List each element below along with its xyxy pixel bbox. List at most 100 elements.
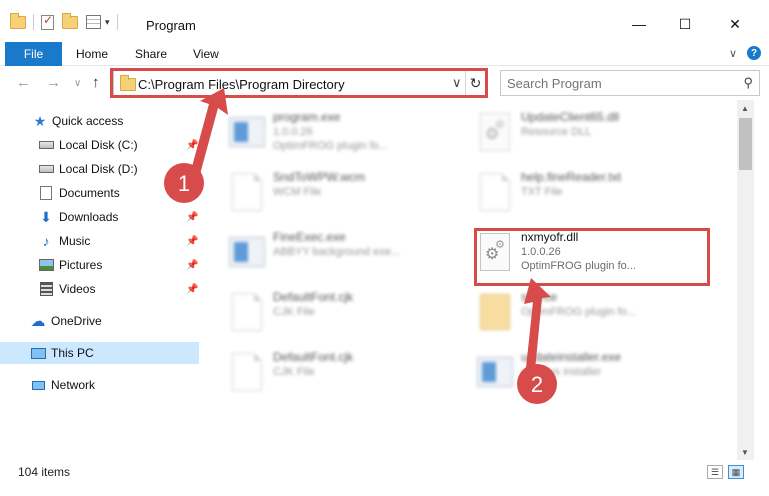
file-name: DefaultFont.cjk (273, 290, 354, 304)
file-item[interactable]: DefaultFont.cjk CJK File (228, 288, 468, 344)
scroll-up-arrow-icon[interactable]: ▲ (741, 104, 749, 113)
forward-arrow-icon[interactable]: → (46, 74, 61, 91)
file-description: OptimFROG plugin fo... (521, 306, 636, 318)
sidebar-item-music[interactable]: ♪ Music 📌 (0, 230, 200, 252)
file-item[interactable]: SndToWPW.wcm WCM File (228, 168, 468, 224)
folder-icon (10, 12, 26, 29)
minimize-button[interactable]: — (616, 10, 662, 38)
file-name: source (521, 290, 558, 304)
drive-icon (38, 162, 54, 176)
pin-icon[interactable]: 📌 (186, 140, 198, 151)
file-type: WCM File (273, 186, 322, 198)
folder-icon (476, 290, 514, 334)
title-bar: ▾ Program — ☐ ✕ (0, 0, 769, 40)
download-icon: ⬇ (40, 208, 52, 225)
view-details-icon[interactable] (86, 15, 101, 29)
file-item[interactable]: program.exe 1.0.0.26 OptimFROG plugin fo… (228, 108, 468, 164)
toolbar-divider (33, 14, 34, 30)
file-icon (228, 350, 266, 394)
sidebar-item-quick-access[interactable]: ★ Quick access (0, 110, 200, 132)
videos-icon (38, 282, 54, 296)
tab-share[interactable]: Share (135, 47, 167, 61)
sidebar-item-onedrive[interactable]: ☁ OneDrive (0, 310, 200, 332)
computer-icon (30, 346, 46, 360)
tab-view[interactable]: View (193, 47, 219, 61)
file-item[interactable]: FineExec.exe ABBYY background exe... (228, 228, 468, 284)
quick-access-toolbar: ▾ (10, 12, 121, 30)
sidebar-item-label: Local Disk (C:) (59, 138, 138, 152)
sidebar-item-pictures[interactable]: Pictures 📌 (0, 254, 200, 276)
exe-icon (476, 350, 514, 394)
sidebar-item-this-pc[interactable]: This PC (0, 342, 199, 364)
customize-toolbar-chevron-icon[interactable]: ▾ (105, 17, 110, 28)
exe-icon (228, 230, 266, 274)
large-icons-view-icon[interactable]: ▦ (728, 465, 744, 479)
scrollbar-thumb[interactable] (739, 118, 752, 170)
sidebar-item-local-disk-d[interactable]: Local Disk (D:) 📌 (0, 158, 200, 180)
properties-check-icon[interactable] (41, 13, 54, 30)
up-arrow-icon[interactable]: ↑ (92, 74, 100, 91)
file-item[interactable]: help.fineReader.txt TXT File (476, 168, 716, 224)
file-name: DefaultFont.cjk (273, 350, 354, 364)
vertical-scrollbar[interactable]: ▲ ▼ (737, 100, 754, 460)
file-item[interactable]: ⚙ ⚙ UpdateClient65.dll Resource DLL (476, 108, 716, 164)
window-title: Program (146, 18, 196, 33)
pin-icon[interactable]: 📌 (186, 188, 198, 199)
exe-icon (228, 110, 266, 154)
item-count: 104 items (18, 465, 71, 479)
file-type: TXT File (521, 186, 563, 198)
pin-icon[interactable]: 📌 (186, 212, 198, 223)
expand-ribbon-chevron-icon[interactable]: ∨ (729, 47, 737, 60)
navigation-pane: ★ Quick access Local Disk (C:) 📌 Local D… (0, 100, 208, 460)
file-name: SndToWPW.wcm (273, 170, 366, 184)
sidebar-item-label: Pictures (59, 258, 103, 272)
file-name: FineExec.exe (273, 230, 346, 244)
ribbon: File Home Share View ∨ ? (0, 40, 769, 66)
file-item[interactable]: source OptimFROG plugin fo... (476, 288, 716, 344)
sidebar-item-videos[interactable]: Videos 📌 (0, 278, 200, 300)
file-version: 1.0.0.26 (273, 126, 313, 138)
search-input[interactable] (507, 72, 737, 94)
sidebar-item-label: Quick access (52, 114, 124, 128)
drive-icon (38, 138, 54, 152)
file-type: Resource DLL (521, 126, 592, 138)
sidebar-item-network[interactable]: Network (0, 374, 200, 396)
recent-locations-chevron-icon[interactable]: ∨ (74, 78, 81, 89)
pin-icon[interactable]: 📌 (186, 164, 198, 175)
pin-icon[interactable]: 📌 (186, 236, 198, 247)
file-type: CJK File (273, 366, 315, 378)
pin-icon[interactable]: 📌 (186, 284, 198, 295)
sidebar-item-label: Music (59, 234, 91, 248)
tab-home[interactable]: Home (76, 47, 108, 61)
star-icon: ★ (33, 112, 47, 129)
sidebar-item-label: This PC (51, 346, 94, 360)
sidebar-item-documents[interactable]: Documents 📌 (0, 182, 200, 204)
file-item[interactable]: DefaultFont.cjk CJK File (228, 348, 468, 404)
documents-icon (38, 186, 54, 200)
details-view-icon[interactable]: ☰ (707, 465, 723, 479)
file-description: updates installer (521, 366, 602, 378)
file-description: ABBYY background exe... (273, 246, 400, 258)
scroll-down-arrow-icon[interactable]: ▼ (741, 448, 749, 457)
tab-file[interactable]: File (5, 42, 62, 66)
sidebar-item-label: Documents (59, 186, 120, 200)
file-icon (228, 170, 266, 214)
help-icon[interactable]: ? (747, 46, 761, 60)
dll-icon: ⚙ ⚙ (476, 110, 514, 154)
file-item[interactable]: updateinstaller.exe updates installer (476, 348, 716, 404)
pin-icon[interactable]: 📌 (186, 260, 198, 271)
search-icon[interactable]: ⚲ (743, 75, 753, 91)
file-name: help.fineReader.txt (521, 170, 622, 184)
close-button[interactable]: ✕ (712, 10, 758, 38)
search-box[interactable]: ⚲ (500, 70, 760, 96)
file-name: updateinstaller.exe (521, 350, 622, 364)
file-icon (476, 170, 514, 214)
sidebar-item-downloads[interactable]: ⬇ Downloads 📌 (0, 206, 200, 228)
back-arrow-icon[interactable]: ← (16, 74, 31, 91)
new-folder-icon[interactable] (62, 12, 78, 29)
sidebar-item-label: Network (51, 378, 96, 392)
sidebar-item-local-disk-c[interactable]: Local Disk (C:) 📌 (0, 134, 200, 156)
sidebar-item-label: Local Disk (D:) (59, 162, 138, 176)
maximize-button[interactable]: ☐ (662, 10, 708, 38)
toolbar-divider (116, 14, 118, 30)
